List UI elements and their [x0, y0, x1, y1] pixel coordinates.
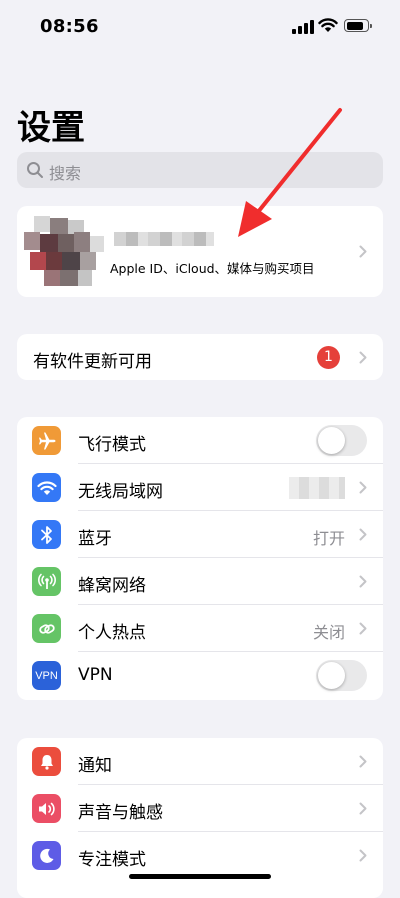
- cellular-label: 蜂窝网络: [78, 576, 146, 596]
- vpn-toggle[interactable]: [316, 660, 367, 691]
- bluetooth-value: 打开: [312, 529, 345, 548]
- avatar: [24, 216, 112, 286]
- status-time: 08:56: [40, 16, 99, 37]
- notifications-icon: [32, 747, 61, 776]
- battery-icon: [344, 19, 372, 32]
- notifications-label: 通知: [78, 756, 112, 776]
- chevron-right-icon: [359, 351, 367, 364]
- hotspot-value: 关闭: [312, 623, 345, 642]
- row-focus[interactable]: 专注模式: [17, 832, 383, 879]
- vpn-label: VPN: [78, 665, 113, 685]
- bluetooth-label: 蓝牙: [78, 529, 112, 549]
- airplane-mode-toggle[interactable]: [316, 425, 367, 456]
- airplane-icon: [32, 426, 61, 455]
- airplane-mode-label: 飞行模式: [78, 435, 146, 455]
- wifi-icon: [32, 473, 61, 502]
- page-title: 设置: [17, 108, 85, 148]
- software-update-row[interactable]: 有软件更新可用 1: [17, 334, 383, 380]
- chevron-right-icon: [359, 622, 367, 635]
- update-badge: 1: [317, 346, 340, 369]
- chevron-right-icon: [359, 575, 367, 588]
- row-bluetooth[interactable]: 蓝牙 打开: [17, 511, 383, 558]
- hotspot-icon: [32, 614, 61, 643]
- chevron-right-icon: [359, 528, 367, 541]
- software-update-label: 有软件更新可用: [33, 352, 152, 372]
- account-name-redacted: [114, 232, 214, 246]
- wifi-network-redacted: [289, 477, 345, 499]
- chevron-right-icon: [359, 802, 367, 815]
- sound-icon: [32, 794, 61, 823]
- focus-moon-icon: [32, 841, 61, 870]
- bluetooth-icon: [32, 520, 61, 549]
- chevron-right-icon: [359, 849, 367, 862]
- chevron-right-icon: [359, 245, 367, 258]
- row-cellular[interactable]: 蜂窝网络: [17, 558, 383, 605]
- row-airplane-mode[interactable]: 飞行模式: [17, 417, 383, 464]
- row-hotspot[interactable]: 个人热点 关闭: [17, 605, 383, 652]
- wifi-status-icon: [318, 18, 338, 32]
- chevron-right-icon: [359, 481, 367, 494]
- focus-label: 专注模式: [78, 850, 146, 870]
- status-bar: 08:56: [0, 0, 400, 54]
- annotation-arrow: [238, 108, 342, 237]
- search-placeholder: 搜索: [49, 164, 82, 183]
- cellular-signal-icon: [292, 20, 314, 34]
- connectivity-group: 飞行模式 无线局域网 蓝牙 打开 蜂窝网络 个人热点 关闭 VPN VPN: [17, 417, 383, 700]
- hotspot-label: 个人热点: [78, 623, 146, 643]
- account-subtitle: Apple ID、iCloud、媒体与购买项目: [110, 261, 315, 276]
- vpn-icon: VPN: [32, 661, 61, 690]
- row-notifications[interactable]: 通知: [17, 738, 383, 785]
- row-vpn[interactable]: VPN VPN: [17, 652, 383, 699]
- sounds-label: 声音与触感: [78, 803, 163, 823]
- chevron-right-icon: [359, 755, 367, 768]
- search-icon: [27, 162, 43, 178]
- cellular-icon: [32, 567, 61, 596]
- wifi-label: 无线局域网: [78, 482, 163, 502]
- row-sounds-haptics[interactable]: 声音与触感: [17, 785, 383, 832]
- home-indicator[interactable]: [129, 874, 271, 879]
- row-wifi[interactable]: 无线局域网: [17, 464, 383, 511]
